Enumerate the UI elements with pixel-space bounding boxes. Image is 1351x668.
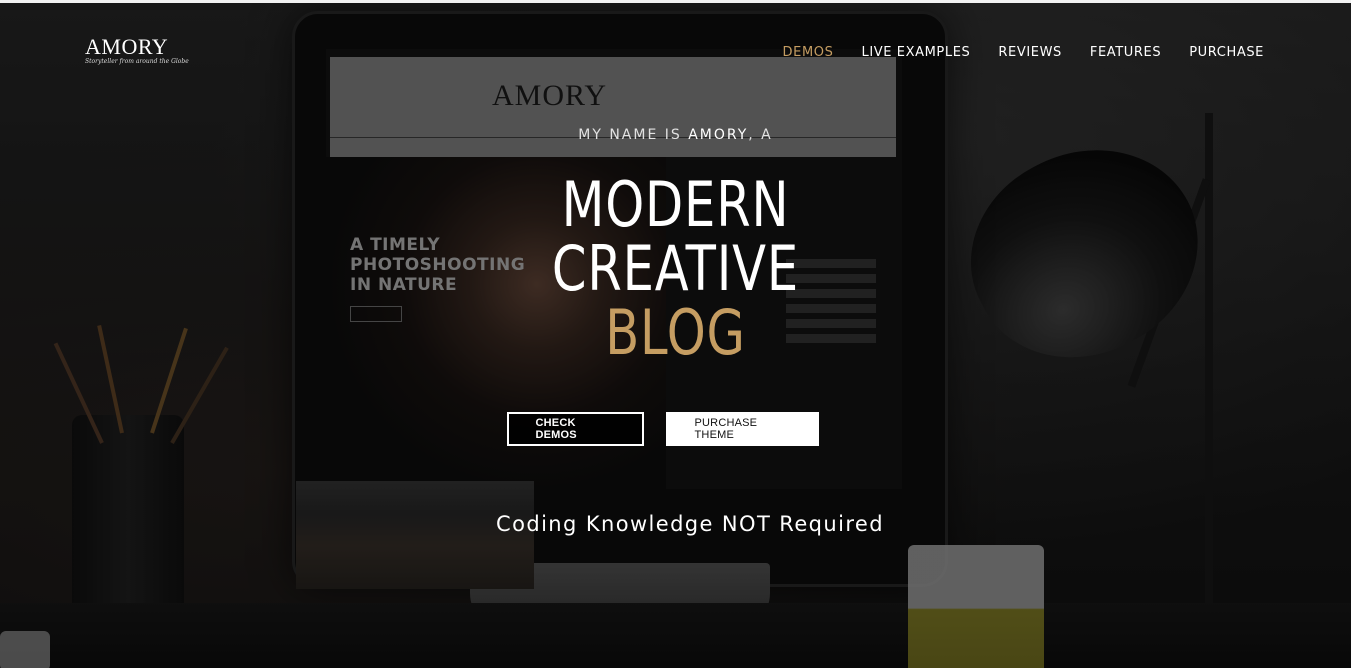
hero-intro-suffix: , A — [748, 127, 773, 143]
hero-title: MODERN CREATIVE BLOG — [135, 173, 1216, 365]
hero-intro-name: AMORY — [688, 127, 749, 143]
brand-logo[interactable]: AMORY Storyteller from around the Globe — [85, 36, 189, 66]
check-demos-button[interactable]: CHECK DEMOS — [506, 412, 644, 446]
main-nav: DEMOS LIVE EXAMPLES REVIEWS FEATURES PUR… — [783, 45, 1264, 60]
brand-tagline: Storyteller from around the Globe — [85, 58, 189, 65]
nav-item-reviews[interactable]: REVIEWS — [998, 45, 1062, 60]
hero-intro-prefix: MY NAME IS — [578, 127, 689, 143]
hero-intro: MY NAME IS AMORY, A — [0, 127, 1351, 143]
nav-item-purchase[interactable]: PURCHASE — [1189, 45, 1264, 60]
hero-buttons: CHECK DEMOS PURCHASE THEME — [0, 412, 1351, 446]
hero-title-line-2: CREATIVE — [551, 232, 800, 305]
brand-name: AMORY — [85, 34, 169, 59]
hero-title-line-3: BLOG — [605, 296, 746, 369]
nav-item-demos[interactable]: DEMOS — [783, 45, 834, 60]
landing-page: AMORY A TIMELY PHOTOSHOOTING IN NATURE A… — [0, 0, 1351, 668]
nav-item-features[interactable]: FEATURES — [1090, 45, 1161, 60]
hero-title-line-1: MODERN — [561, 168, 790, 241]
hero-tagline: Coding Knowledge NOT Required — [496, 512, 884, 536]
purchase-theme-button[interactable]: PURCHASE THEME — [665, 412, 819, 446]
nav-item-live-examples[interactable]: LIVE EXAMPLES — [861, 45, 970, 60]
